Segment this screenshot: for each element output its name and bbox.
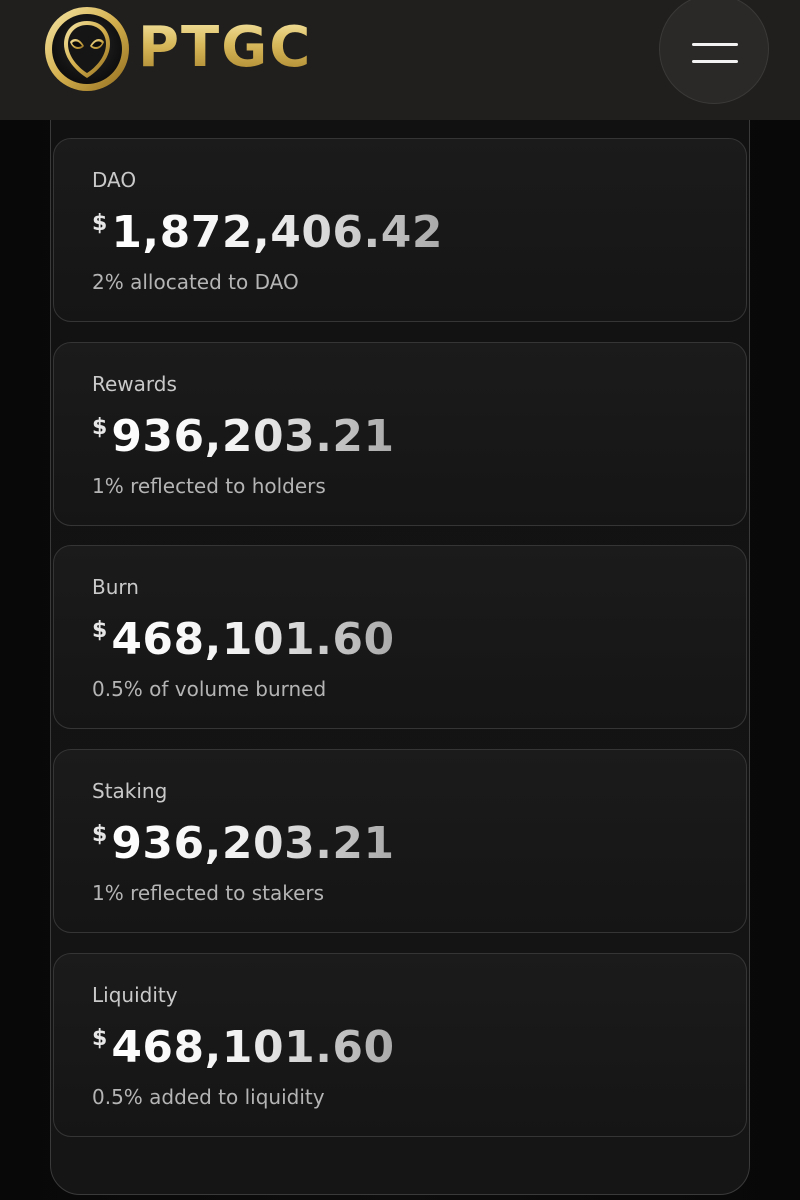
card-value: $936,203.21 [92,816,395,872]
hamburger-menu-icon-line [692,60,738,63]
card-label: Rewards [92,372,177,396]
menu-button[interactable] [659,0,769,104]
currency-symbol: $ [92,618,108,643]
currency-symbol: $ [92,1026,108,1051]
card-amount: 936,203.21 [111,409,394,465]
card-description: 0.5% added to liquidity [92,1085,325,1109]
logo-text[interactable]: PTGC [138,18,312,78]
hamburger-menu-icon [692,43,738,46]
card-description: 0.5% of volume burned [92,677,327,701]
stat-card-rewards: Rewards $936,203.21 1% reflected to hold… [53,342,747,526]
card-amount: 1,872,406.42 [111,205,443,261]
card-value: $468,101.60 [92,1020,395,1076]
card-amount: 936,203.21 [111,816,394,872]
currency-symbol: $ [92,822,108,847]
card-value: $468,101.60 [92,612,395,668]
card-label: Burn [92,575,139,599]
card-value: $1,872,406.42 [92,205,443,261]
top-header: PTGC [0,0,800,120]
stat-card-burn: Burn $468,101.60 0.5% of volume burned [53,545,747,729]
card-amount: 468,101.60 [111,1020,394,1076]
stat-card-dao: DAO $1,872,406.42 2% allocated to DAO [53,138,747,322]
card-amount: 468,101.60 [111,612,394,668]
card-label: DAO [92,168,137,192]
card-value: $936,203.21 [92,409,395,465]
currency-symbol: $ [92,211,108,236]
stat-card-liquidity: Liquidity $468,101.60 0.5% added to liqu… [53,953,747,1137]
alien-head-icon[interactable] [42,4,132,94]
currency-symbol: $ [92,415,108,440]
card-label: Staking [92,779,168,803]
card-description: 1% reflected to stakers [92,881,325,905]
stat-card-staking: Staking $936,203.21 1% reflected to stak… [53,749,747,933]
card-description: 2% allocated to DAO [92,270,299,294]
card-description: 1% reflected to holders [92,474,326,498]
card-label: Liquidity [92,983,178,1007]
page: PTGC DAO $1,872,406.42 2% allocated to D… [0,0,800,1200]
